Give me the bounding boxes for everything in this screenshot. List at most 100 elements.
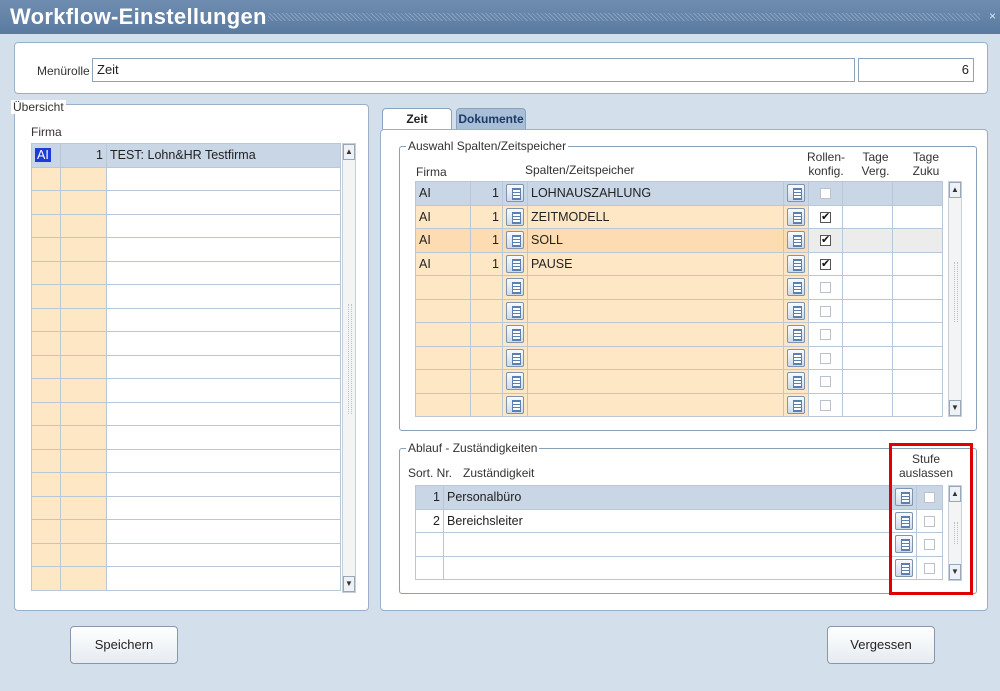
table-row[interactable]: [31, 542, 341, 567]
document-icon[interactable]: [506, 184, 524, 203]
menu-role-input[interactable]: Zeit: [92, 58, 855, 82]
col-header-rollen: Rollen- konfig.: [806, 150, 845, 178]
row-code: AI: [415, 181, 471, 206]
row-name: Personalbüro: [443, 485, 892, 510]
table-row[interactable]: [31, 331, 341, 356]
table-row[interactable]: [31, 260, 341, 285]
table-row[interactable]: [31, 378, 341, 403]
document-icon[interactable]: [787, 301, 805, 320]
document-icon[interactable]: [787, 254, 805, 273]
document-icon[interactable]: [506, 301, 524, 320]
rollen-checkbox[interactable]: [820, 282, 831, 294]
scroll-grip[interactable]: [348, 304, 352, 414]
table-row[interactable]: [31, 519, 341, 544]
document-icon[interactable]: [787, 395, 805, 414]
title-bar: Workflow-Einstellungen ×: [0, 0, 1000, 34]
overview-legend: Übersicht: [11, 100, 66, 114]
table-row[interactable]: [31, 166, 341, 191]
title-pattern: [268, 13, 980, 21]
table-row[interactable]: [31, 213, 341, 238]
flow-header-zust: Zuständigkeit: [463, 466, 535, 480]
rollen-checkbox[interactable]: [820, 399, 831, 411]
scroll-down-icon[interactable]: ▼: [343, 576, 355, 592]
highlight-box: [889, 443, 973, 595]
table-row[interactable]: [31, 495, 341, 520]
table-row[interactable]: AI 1 TEST: Lohn&HR Testfirma: [31, 143, 341, 168]
document-icon[interactable]: [787, 348, 805, 367]
table-row[interactable]: [31, 190, 341, 215]
menu-role-count[interactable]: 6: [858, 58, 974, 82]
rollen-checkbox[interactable]: [820, 329, 831, 341]
rollen-checkbox[interactable]: ✔: [820, 258, 831, 270]
table-row[interactable]: [31, 307, 341, 332]
document-icon[interactable]: [506, 254, 524, 273]
table-row[interactable]: [31, 284, 341, 309]
forget-button[interactable]: Vergessen: [827, 626, 935, 664]
columns-scrollbar[interactable]: ▲ ▼: [948, 181, 962, 417]
scroll-down-icon[interactable]: ▼: [949, 400, 961, 416]
table-row[interactable]: [415, 392, 943, 417]
row-name: LOHNAUSZAHLUNG: [527, 181, 784, 206]
table-row[interactable]: [415, 275, 943, 300]
rollen-checkbox[interactable]: [820, 305, 831, 317]
table-row[interactable]: [31, 354, 341, 379]
row-nr: 1: [470, 204, 503, 229]
table-row[interactable]: AI 1 LOHNAUSZAHLUNG: [415, 181, 943, 206]
row-code: AI: [415, 204, 471, 229]
table-row[interactable]: [31, 425, 341, 450]
row-name: Bereichsleiter: [443, 508, 892, 533]
document-icon[interactable]: [506, 231, 524, 250]
rollen-checkbox[interactable]: [820, 352, 831, 364]
table-row[interactable]: AI 1 PAUSE ✔: [415, 251, 943, 276]
table-row[interactable]: [415, 345, 943, 370]
rollen-checkbox[interactable]: [820, 376, 831, 388]
scroll-grip[interactable]: [954, 262, 958, 322]
table-row[interactable]: [415, 298, 943, 323]
row-name: ZEITMODELL: [527, 204, 784, 229]
table-row[interactable]: [31, 448, 341, 473]
table-row[interactable]: 1 Personalbüro: [415, 485, 943, 510]
document-icon[interactable]: [787, 184, 805, 203]
row-name: SOLL: [527, 228, 784, 253]
table-row[interactable]: [31, 472, 341, 497]
overview-panel: Übersicht Firma AI 1 TEST: Lohn&HR Testf…: [11, 100, 369, 611]
document-icon[interactable]: [506, 348, 524, 367]
close-icon[interactable]: ×: [989, 9, 996, 23]
save-button[interactable]: Speichern: [70, 626, 178, 664]
rollen-checkbox[interactable]: ✔: [820, 211, 831, 223]
columns-table: AI 1 LOHNAUSZAHLUNG AI 1 ZEITMODELL ✔ AI: [415, 181, 943, 417]
row-nr: 1: [470, 251, 503, 276]
document-icon[interactable]: [787, 325, 805, 344]
row-nr: 1: [470, 181, 503, 206]
table-row[interactable]: [31, 566, 341, 591]
table-row[interactable]: [415, 532, 943, 557]
table-row[interactable]: [415, 322, 943, 347]
overview-scrollbar[interactable]: ▲ ▼: [342, 143, 356, 593]
table-row[interactable]: [31, 401, 341, 426]
tab-dokumente[interactable]: Dokumente: [456, 108, 526, 130]
table-row[interactable]: [415, 555, 943, 580]
table-row[interactable]: [415, 369, 943, 394]
tab-zeit[interactable]: Zeit: [382, 108, 452, 130]
document-icon[interactable]: [506, 372, 524, 391]
table-row[interactable]: [31, 237, 341, 262]
document-icon[interactable]: [787, 207, 805, 226]
table-row[interactable]: AI 1 SOLL ✔: [415, 228, 943, 253]
col-header-spalten: Spalten/Zeitspeicher: [525, 163, 635, 177]
document-icon[interactable]: [506, 325, 524, 344]
rollen-checkbox[interactable]: [820, 188, 831, 200]
document-icon[interactable]: [787, 231, 805, 250]
flow-legend: Ablauf - Zuständigkeiten: [406, 441, 540, 455]
table-row[interactable]: AI 1 ZEITMODELL ✔: [415, 204, 943, 229]
scroll-up-icon[interactable]: ▲: [343, 144, 355, 160]
document-icon[interactable]: [506, 207, 524, 226]
document-icon[interactable]: [787, 278, 805, 297]
window-title: Workflow-Einstellungen: [10, 4, 267, 29]
document-icon[interactable]: [506, 278, 524, 297]
scroll-up-icon[interactable]: ▲: [949, 182, 961, 198]
row-code: AI: [415, 228, 471, 253]
rollen-checkbox[interactable]: ✔: [820, 235, 831, 247]
document-icon[interactable]: [787, 372, 805, 391]
table-row[interactable]: 2 Bereichsleiter: [415, 508, 943, 533]
document-icon[interactable]: [506, 395, 524, 414]
